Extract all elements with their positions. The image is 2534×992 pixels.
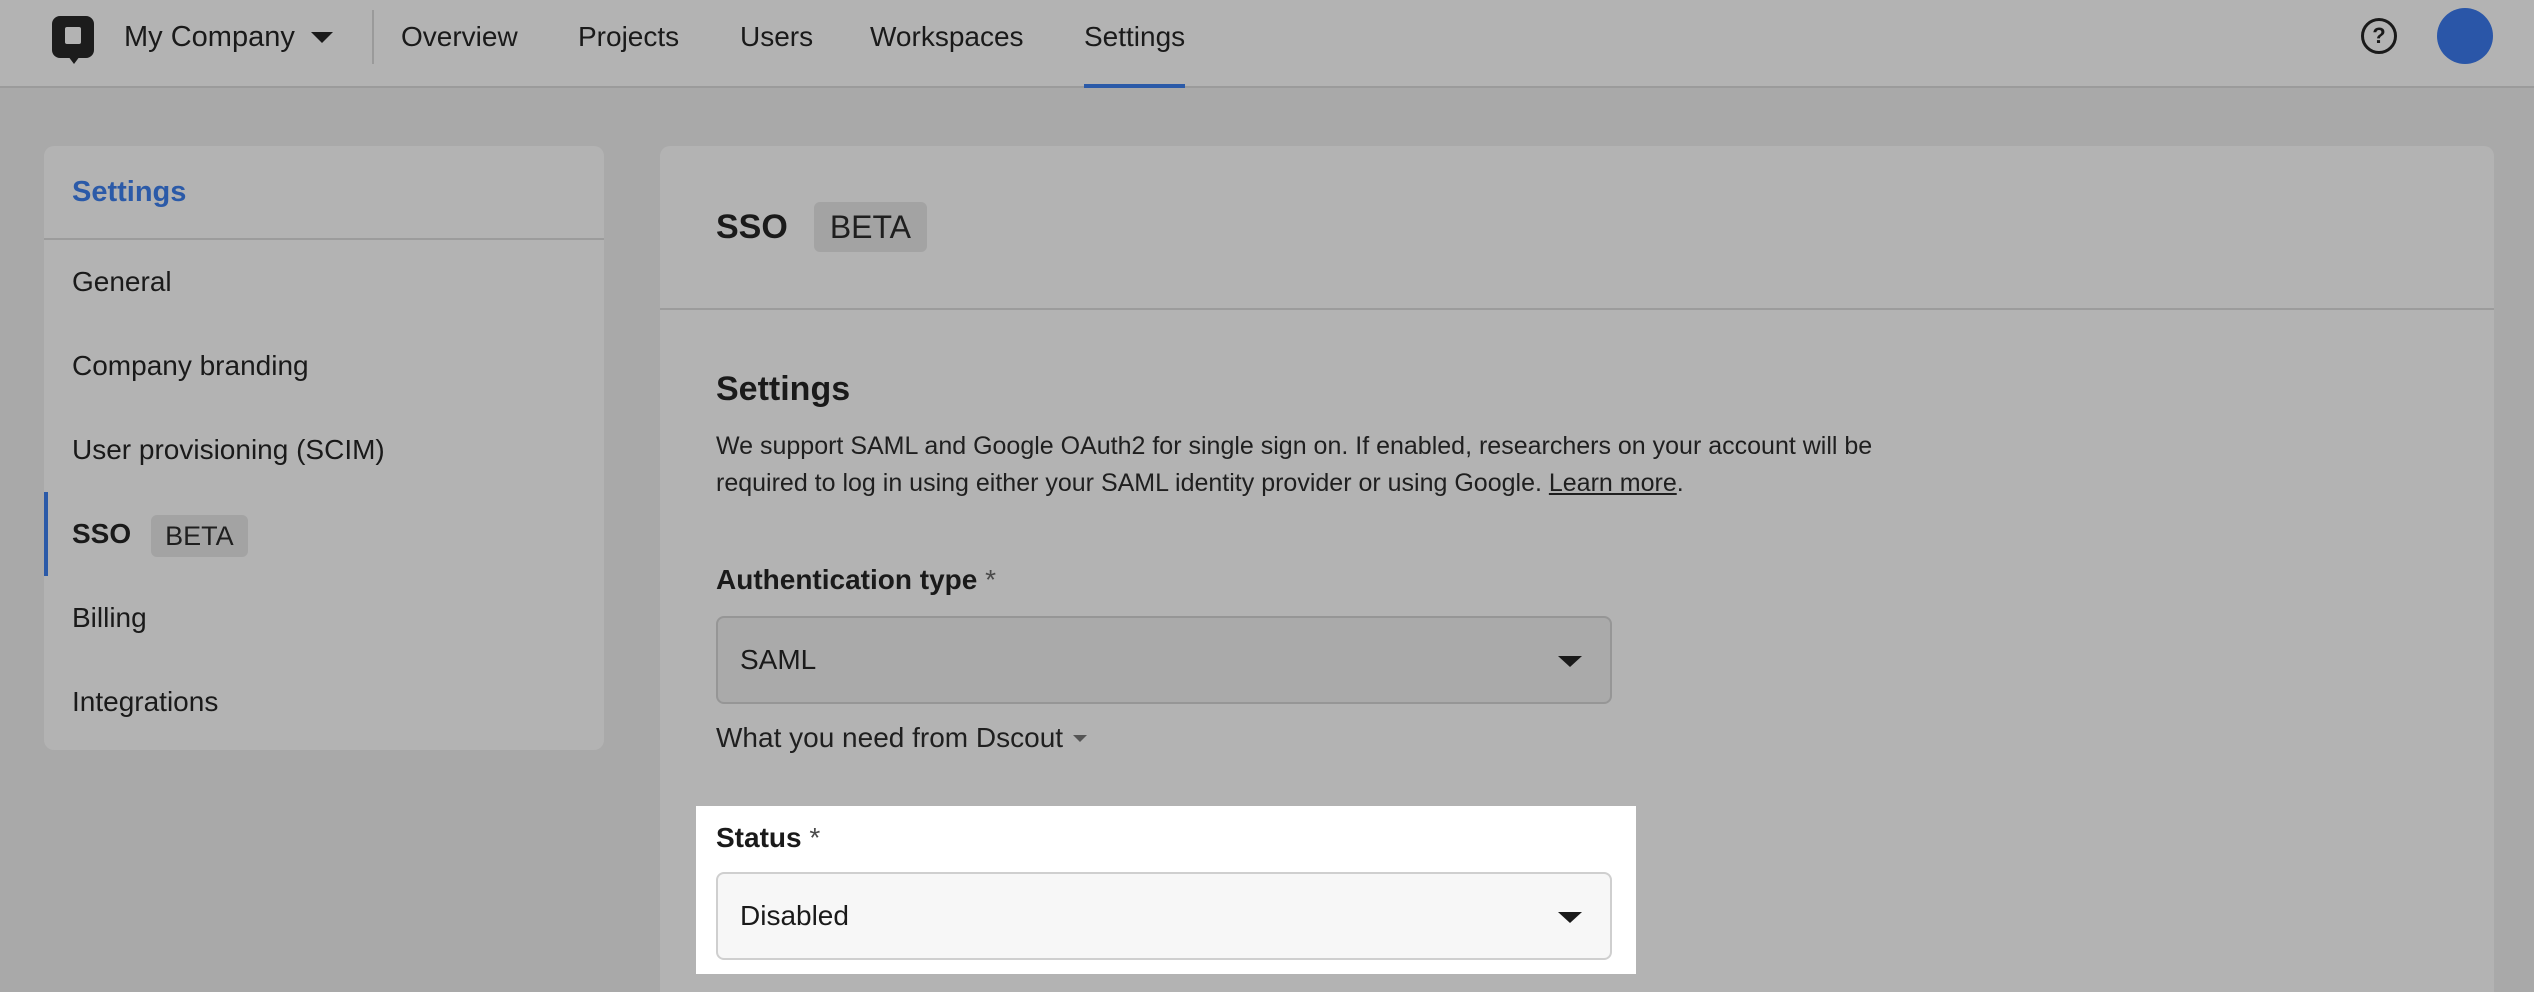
sidebar-item-label: SSO bbox=[72, 518, 132, 549]
description-text: We support SAML and Google OAuth2 for si… bbox=[716, 432, 1873, 497]
sidebar-item-user-provisioning[interactable]: User provisioning (SCIM) bbox=[44, 408, 604, 492]
sidebar-item-label: General bbox=[72, 266, 172, 297]
app-logo-icon[interactable] bbox=[52, 16, 94, 64]
status-value: Disabled bbox=[740, 900, 849, 931]
caret-down-icon bbox=[1073, 734, 1088, 742]
status-select[interactable]: Disabled bbox=[716, 872, 1612, 960]
sidebar-item-label: Company branding bbox=[72, 350, 309, 381]
sidebar-item-label: Integrations bbox=[72, 686, 219, 717]
sidebar-item-general[interactable]: General bbox=[44, 240, 604, 324]
chevron-down-icon bbox=[310, 31, 333, 43]
tab-settings[interactable]: Settings bbox=[1084, 18, 1186, 88]
learn-more-link[interactable]: Learn more bbox=[1549, 469, 1677, 497]
sidebar-item-label: User provisioning (SCIM) bbox=[72, 434, 385, 465]
sidebar-item-company-branding[interactable]: Company branding bbox=[44, 324, 604, 408]
section-title: Settings bbox=[716, 370, 851, 408]
auth-type-label-text: Authentication type bbox=[716, 564, 978, 595]
sidebar-title: Settings bbox=[72, 176, 187, 208]
sidebar-item-integrations[interactable]: Integrations bbox=[44, 660, 604, 744]
required-marker: * bbox=[809, 822, 821, 853]
sso-description: We support SAML and Google OAuth2 for si… bbox=[716, 428, 1956, 502]
auth-type-select[interactable]: SAML bbox=[716, 616, 1612, 704]
tab-overview[interactable]: Overview bbox=[401, 18, 518, 56]
status-field-highlight: Status * Disabled bbox=[696, 806, 1636, 974]
beta-badge: BETA bbox=[151, 514, 248, 557]
tab-users[interactable]: Users bbox=[740, 18, 813, 56]
top-navigation: My Company Overview Projects Users Works… bbox=[0, 0, 2534, 88]
settings-sidebar: Settings General Company branding User p… bbox=[44, 146, 604, 750]
chevron-down-icon bbox=[1558, 656, 1582, 667]
status-label-text: Status bbox=[716, 822, 802, 853]
tab-workspaces[interactable]: Workspaces bbox=[870, 18, 1024, 56]
auth-type-label: Authentication type * bbox=[716, 564, 996, 596]
company-switcher[interactable]: My Company bbox=[124, 18, 333, 56]
beta-badge: BETA bbox=[813, 202, 928, 252]
sidebar-item-label: Billing bbox=[72, 602, 147, 633]
period-text: . bbox=[1676, 469, 1684, 497]
auth-type-value: SAML bbox=[740, 644, 817, 675]
help-icon[interactable]: ? bbox=[2361, 18, 2397, 54]
nav-divider bbox=[372, 10, 374, 64]
tab-projects[interactable]: Projects bbox=[578, 18, 679, 56]
page-header: SSO BETA bbox=[716, 202, 928, 252]
divider bbox=[660, 308, 2494, 310]
required-marker: * bbox=[985, 564, 997, 595]
company-name: My Company bbox=[124, 21, 295, 53]
what-you-need-toggle[interactable]: What you need from Dscout bbox=[716, 722, 1088, 754]
avatar[interactable] bbox=[2437, 8, 2493, 64]
chevron-down-icon bbox=[1558, 912, 1582, 923]
disclosure-label: What you need from Dscout bbox=[716, 722, 1064, 753]
status-label: Status * bbox=[716, 822, 820, 854]
page-title: SSO bbox=[716, 207, 788, 246]
sidebar-item-billing[interactable]: Billing bbox=[44, 576, 604, 660]
sidebar-item-sso[interactable]: SSO BETA bbox=[44, 492, 604, 576]
